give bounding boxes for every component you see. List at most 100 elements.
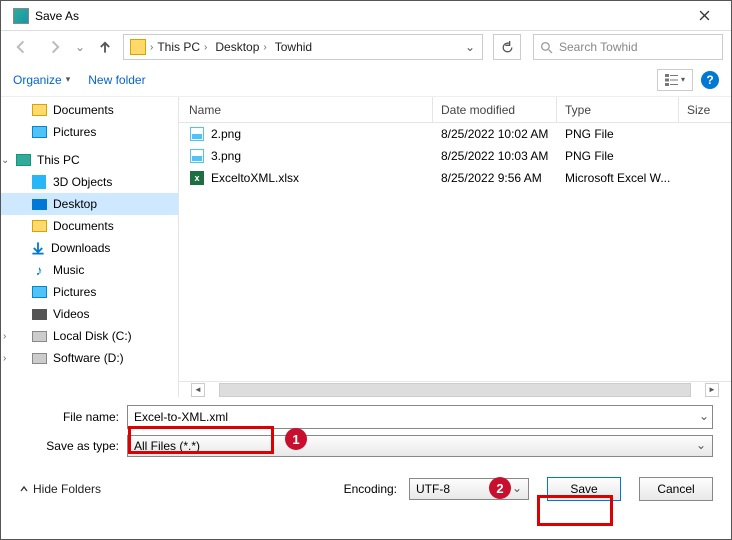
back-button[interactable] — [9, 34, 35, 60]
sidebar-item-localdisk[interactable]: › Local Disk (C:) — [1, 325, 178, 347]
sidebar-label: Desktop — [53, 197, 97, 211]
refresh-button[interactable] — [493, 34, 521, 60]
pc-icon — [16, 154, 31, 166]
forward-button[interactable] — [41, 34, 67, 60]
annotation-badge-1: 1 — [285, 428, 307, 450]
sidebar-label: Software (D:) — [53, 351, 124, 365]
sidebar-label: Local Disk (C:) — [53, 329, 132, 343]
scroll-right-button[interactable]: ► — [705, 383, 719, 397]
sidebar-label: Pictures — [53, 125, 96, 139]
form-area: File name: ⌄ Save as type: All Files (*.… — [1, 397, 731, 469]
column-date[interactable]: Date modified — [433, 97, 557, 122]
3d-icon — [32, 175, 46, 189]
column-type[interactable]: Type — [557, 97, 679, 122]
search-placeholder: Search Towhid — [559, 40, 638, 54]
pictures-icon — [32, 286, 47, 298]
close-button[interactable] — [685, 4, 723, 28]
sidebar-item-documents[interactable]: Documents — [1, 99, 178, 121]
hide-folders-label: Hide Folders — [33, 482, 101, 496]
excel-icon: x — [190, 171, 204, 185]
sidebar-label: Documents — [53, 219, 114, 233]
breadcrumb-towhid[interactable]: Towhid — [271, 40, 316, 54]
column-name[interactable]: Name — [179, 97, 433, 122]
sidebar-label: Videos — [53, 307, 89, 321]
view-icon — [665, 74, 679, 86]
address-bar[interactable]: › This PC› Desktop› Towhid ⌄ — [123, 34, 483, 60]
search-input[interactable]: Search Towhid — [533, 34, 723, 60]
encoding-label: Encoding: — [344, 482, 397, 496]
address-dropdown[interactable]: ⌄ — [460, 35, 480, 59]
column-size[interactable]: Size — [679, 103, 731, 117]
breadcrumb-thispc[interactable]: This PC› — [153, 40, 211, 54]
sidebar-label: This PC — [37, 153, 80, 167]
organize-label: Organize — [13, 73, 62, 87]
scrollbar-track[interactable] — [219, 383, 691, 397]
file-date: 8/25/2022 10:02 AM — [433, 127, 557, 141]
chevron-down-icon[interactable]: ⌄ — [699, 409, 709, 423]
sidebar-item-music[interactable]: ♪Music — [1, 259, 178, 281]
content-area: Documents Pictures ⌄ This PC 3D Objects D… — [1, 97, 731, 397]
sidebar-item-3dobjects[interactable]: 3D Objects — [1, 171, 178, 193]
caret-up-icon — [19, 484, 29, 494]
help-button[interactable]: ? — [701, 71, 719, 89]
folder-icon — [130, 39, 146, 55]
file-row[interactable]: 2.png 8/25/2022 10:02 AM PNG File — [179, 123, 731, 145]
sidebar-item-desktop[interactable]: Desktop — [1, 193, 178, 215]
drive-icon — [32, 353, 47, 364]
bottom-bar: Hide Folders Encoding: UTF-8 Save Cancel — [1, 469, 731, 509]
breadcrumb-desktop[interactable]: Desktop› — [211, 40, 270, 54]
sidebar-item-pictures[interactable]: Pictures — [1, 121, 178, 143]
refresh-icon — [501, 41, 514, 54]
sidebar-item-thispc[interactable]: ⌄ This PC — [1, 149, 178, 171]
sidebar-item-documents2[interactable]: Documents — [1, 215, 178, 237]
navbar: ⌄ › This PC› Desktop› Towhid ⌄ Search To… — [1, 31, 731, 63]
nav-tree: Documents Pictures ⌄ This PC 3D Objects D… — [1, 97, 179, 397]
breadcrumb-seg-label: Desktop — [215, 40, 259, 54]
save-button[interactable]: Save — [547, 477, 621, 501]
file-type: PNG File — [557, 127, 679, 141]
videos-icon — [32, 309, 47, 320]
file-name: 2.png — [211, 127, 241, 141]
file-date: 8/25/2022 10:03 AM — [433, 149, 557, 163]
filename-input[interactable] — [127, 405, 713, 429]
breadcrumb-seg-label: This PC — [157, 40, 200, 54]
collapse-icon[interactable]: ⌄ — [1, 155, 11, 166]
sidebar-item-software[interactable]: › Software (D:) — [1, 347, 178, 369]
file-row[interactable]: 3.png 8/25/2022 10:03 AM PNG File — [179, 145, 731, 167]
sidebar-item-videos[interactable]: Videos — [1, 303, 178, 325]
sidebar-label: Documents — [53, 103, 114, 117]
horizontal-scrollbar[interactable]: ◄ ► — [179, 381, 731, 397]
close-icon — [699, 10, 710, 21]
saveastype-combo[interactable]: All Files (*.*) — [127, 435, 713, 457]
sidebar-label: Music — [53, 263, 84, 277]
expand-icon[interactable]: › — [3, 331, 13, 342]
image-icon — [190, 127, 204, 141]
file-date: 8/25/2022 9:56 AM — [433, 171, 557, 185]
search-icon — [540, 41, 553, 54]
organize-menu[interactable]: Organize ▾ — [13, 73, 70, 87]
new-folder-button[interactable]: New folder — [88, 73, 145, 87]
saveastype-label: Save as type: — [19, 439, 127, 453]
file-row[interactable]: xExceltoXML.xlsx 8/25/2022 9:56 AM Micro… — [179, 167, 731, 189]
up-button[interactable] — [93, 35, 117, 59]
sidebar-item-downloads[interactable]: Downloads — [1, 237, 178, 259]
sidebar-label: 3D Objects — [53, 175, 112, 189]
cancel-button[interactable]: Cancel — [639, 477, 713, 501]
documents-icon — [32, 220, 47, 232]
history-dropdown[interactable]: ⌄ — [73, 40, 87, 54]
file-pane: Name Date modified Type Size 2.png 8/25/… — [179, 97, 731, 397]
downloads-icon — [31, 241, 45, 255]
saveastype-value: All Files (*.*) — [134, 439, 200, 453]
pictures-icon — [32, 126, 47, 138]
expand-icon[interactable]: › — [3, 353, 13, 364]
sidebar-label: Pictures — [53, 285, 96, 299]
sidebar-item-pictures2[interactable]: Pictures — [1, 281, 178, 303]
sidebar-label: Downloads — [51, 241, 110, 255]
file-type: PNG File — [557, 149, 679, 163]
scroll-left-button[interactable]: ◄ — [191, 383, 205, 397]
encoding-combo[interactable]: UTF-8 — [409, 478, 529, 500]
file-list[interactable]: 2.png 8/25/2022 10:02 AM PNG File 3.png … — [179, 123, 731, 381]
view-options-button[interactable]: ▾ — [657, 69, 693, 91]
window-title: Save As — [9, 9, 685, 23]
hide-folders-button[interactable]: Hide Folders — [19, 482, 101, 496]
